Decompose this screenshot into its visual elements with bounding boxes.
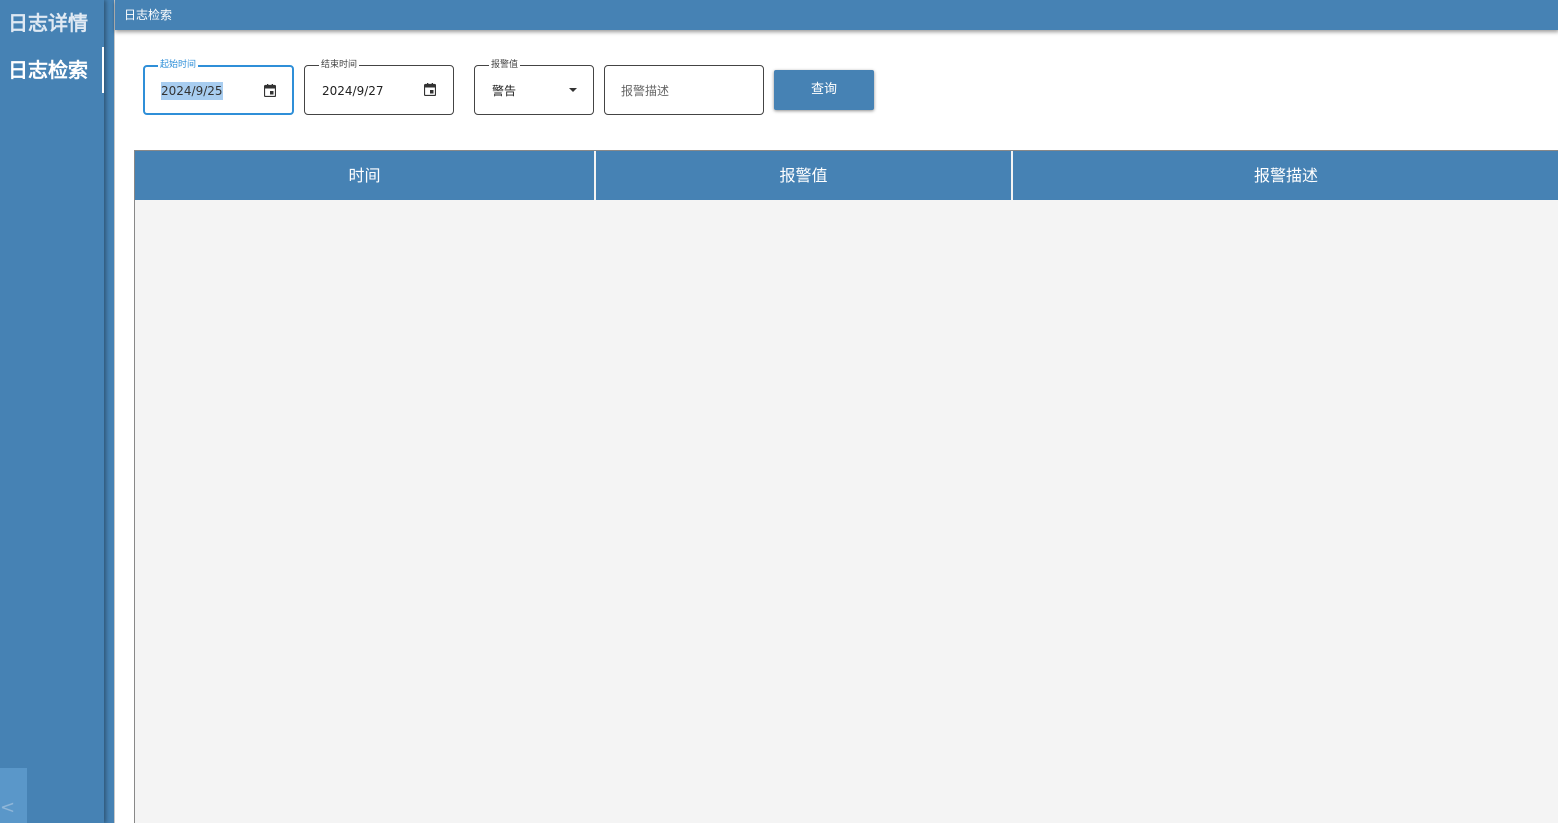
- sidebar-item-label: 日志详情: [8, 11, 88, 35]
- alarm-level-label: 报警值: [489, 59, 521, 71]
- end-date-label: 结束时间: [319, 59, 360, 71]
- main-panel: 日志检索 起始时间 2024/9/25 结束时间 2024/9/27 报警值 警…: [114, 0, 1558, 823]
- start-date-value[interactable]: 2024/9/25: [161, 82, 223, 100]
- alarm-level-select[interactable]: 报警值 警告: [474, 59, 594, 115]
- sidebar-item-log-search[interactable]: 日志检索: [0, 47, 104, 93]
- sidebar-item-log-details[interactable]: 日志详情: [0, 0, 104, 46]
- end-date-value[interactable]: 2024/9/27: [322, 82, 384, 100]
- sidebar-item-label: 日志检索: [8, 58, 88, 82]
- start-date-field[interactable]: 起始时间 2024/9/25: [143, 59, 294, 115]
- log-table: 时间 报警值 报警描述: [134, 150, 1558, 823]
- query-button[interactable]: 查询: [774, 70, 874, 110]
- description-input[interactable]: [621, 82, 741, 100]
- caret-down-icon: [569, 88, 577, 92]
- description-field[interactable]: [604, 65, 764, 115]
- end-date-field[interactable]: 结束时间 2024/9/27: [304, 59, 454, 115]
- calendar-icon[interactable]: [264, 84, 276, 97]
- column-header-alarm-description[interactable]: 报警描述: [1013, 151, 1558, 200]
- column-header-time[interactable]: 时间: [135, 151, 594, 200]
- sidebar: 日志详情 日志检索 <: [0, 0, 104, 823]
- alarm-level-value: 警告: [492, 84, 517, 98]
- start-date-label: 起始时间: [158, 59, 199, 71]
- table-header: 时间 报警值 报警描述: [135, 151, 1558, 200]
- sidebar-collapse-button[interactable]: <: [0, 768, 27, 823]
- app-window: 日志详情 日志检索 < 日志检索 起始时间 2024/9/25 结束时间 202…: [0, 0, 1558, 823]
- page-title: 日志检索: [115, 0, 1558, 30]
- chevron-left-icon: <: [0, 797, 16, 818]
- column-header-alarm-value[interactable]: 报警值: [596, 151, 1011, 200]
- calendar-icon[interactable]: [424, 83, 436, 96]
